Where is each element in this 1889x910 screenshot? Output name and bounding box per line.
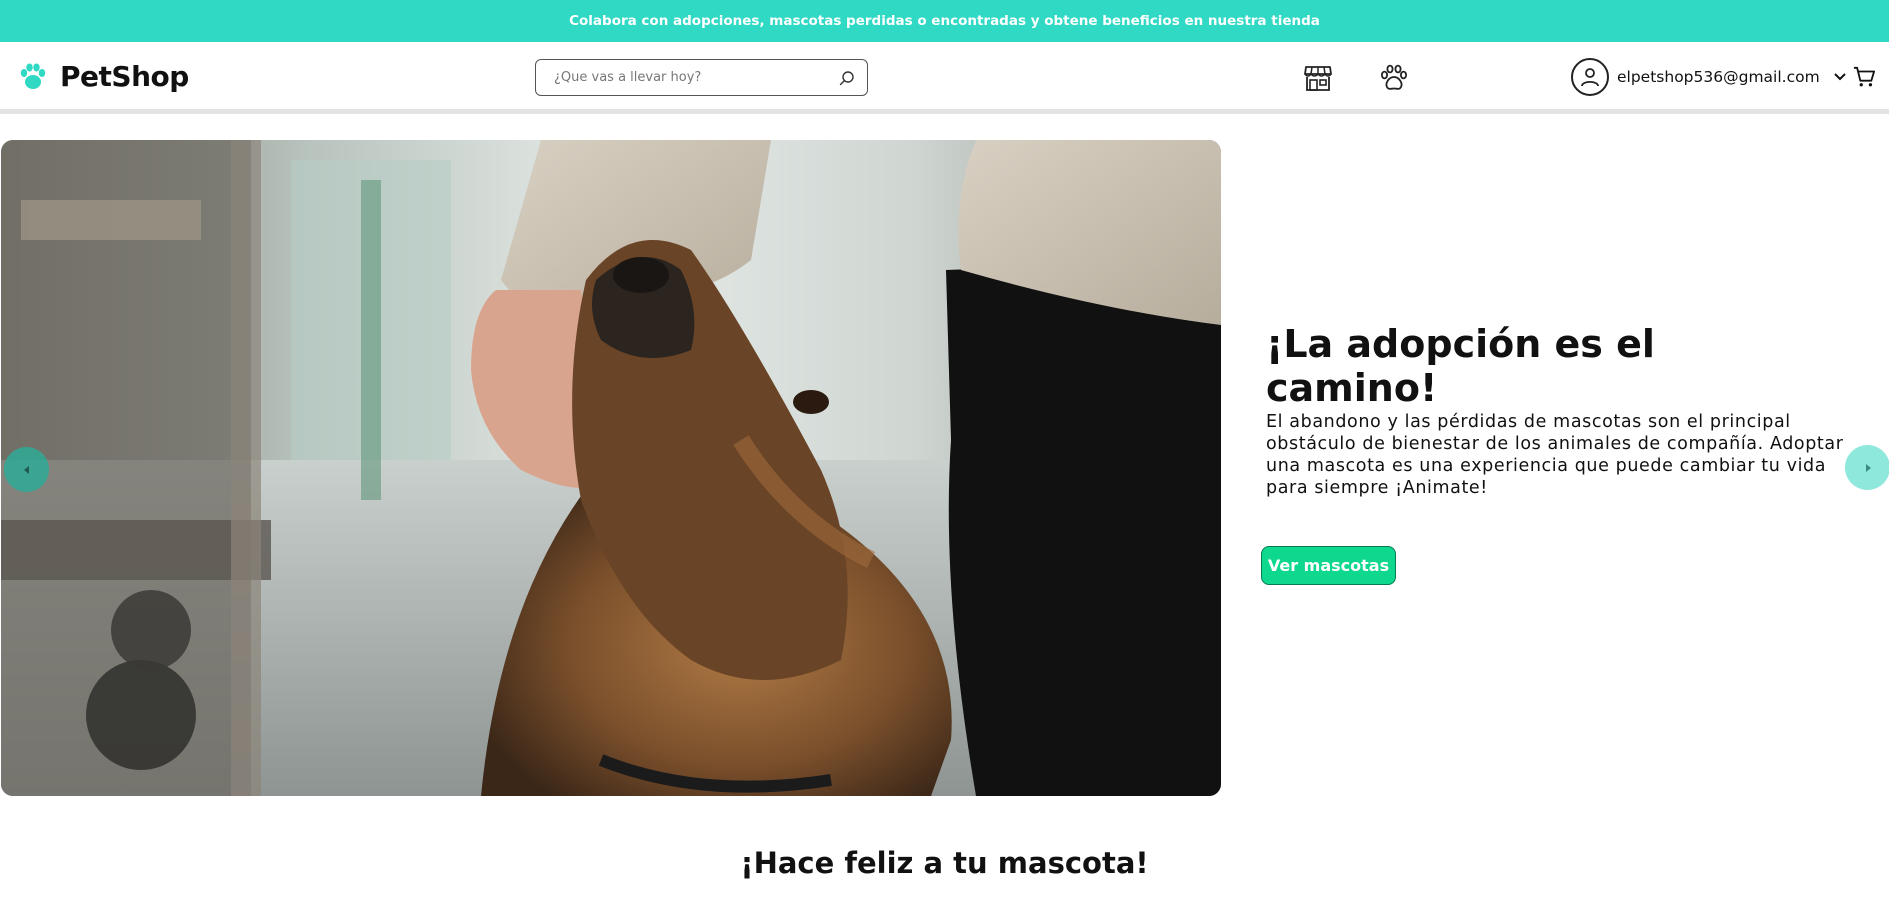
site-header: PetShop ¿Que vas a llevar hoy? elpetshop… (0, 42, 1889, 114)
search-button[interactable] (827, 60, 867, 95)
store-icon[interactable] (1302, 62, 1334, 94)
hero-image (1, 140, 1221, 796)
carousel-prev-button[interactable] (4, 447, 49, 492)
search-box (535, 59, 868, 96)
user-icon (1571, 58, 1609, 96)
section-title: ¡Hace feliz a tu mascota! (740, 846, 1149, 880)
promo-text: Colabora con adopciones, mascotas perdid… (569, 13, 1320, 29)
brand-logo[interactable]: PetShop (18, 60, 189, 93)
cart-icon[interactable] (1851, 64, 1877, 90)
promo-banner: Colabora con adopciones, mascotas perdid… (0, 0, 1889, 42)
user-email: elpetshop536@gmail.com (1617, 68, 1820, 86)
paw-logo-icon (18, 62, 48, 92)
carousel-next-button[interactable] (1845, 445, 1889, 490)
brand-name: PetShop (60, 60, 189, 93)
chevron-right-icon (1865, 463, 1871, 472)
hero-title: ¡La adopción es el camino! (1266, 322, 1655, 410)
chevron-down-icon[interactable] (1833, 73, 1846, 81)
search-icon (839, 70, 854, 85)
chevron-left-icon (23, 465, 29, 474)
hero-description: El abandono y las pérdidas de mascotas s… (1266, 412, 1844, 498)
user-menu[interactable]: elpetshop536@gmail.com (1571, 57, 1846, 97)
see-pets-button[interactable]: Ver mascotas (1261, 546, 1396, 585)
paw-icon[interactable] (1378, 62, 1410, 94)
search-input[interactable] (536, 60, 827, 95)
